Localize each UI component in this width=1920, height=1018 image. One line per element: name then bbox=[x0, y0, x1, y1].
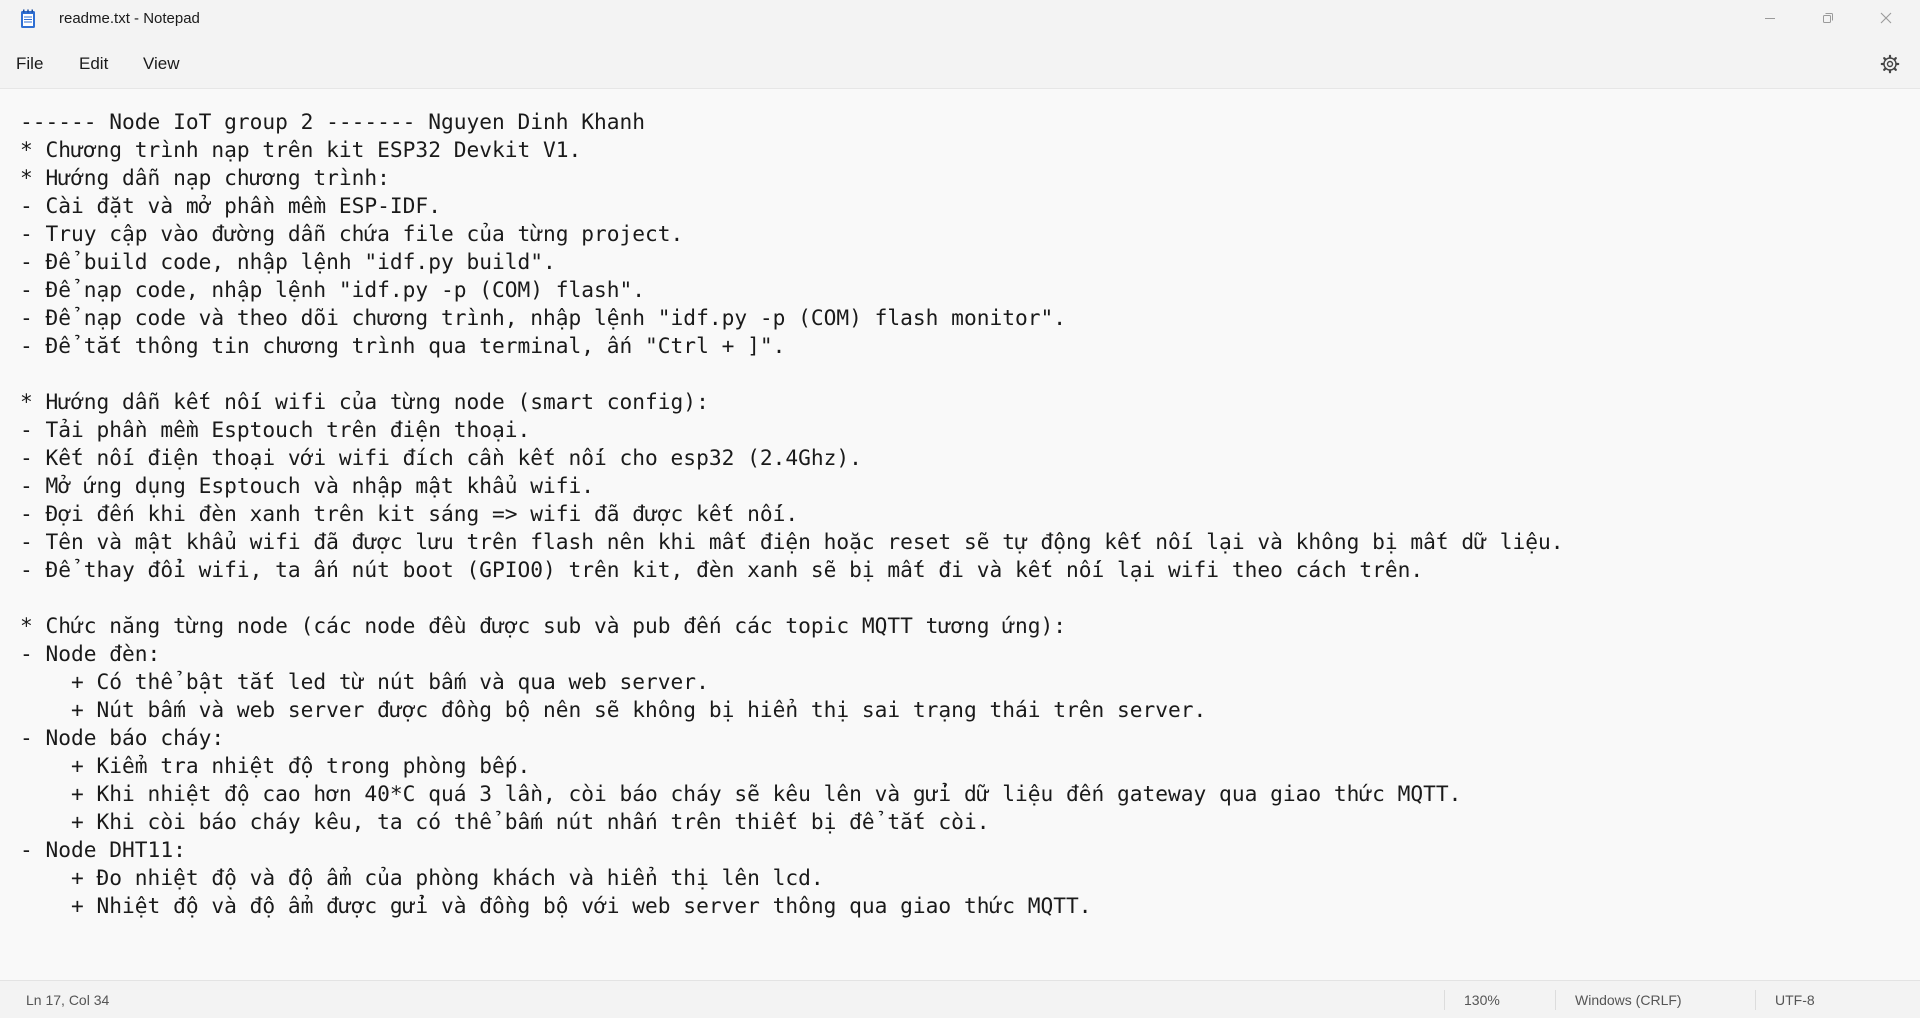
minimize-icon bbox=[1765, 18, 1775, 19]
title-bar[interactable]: readme.txt - Notepad bbox=[0, 0, 1920, 38]
notepad-window: readme.txt - Notepad File Edit View ----… bbox=[0, 0, 1920, 1018]
status-divider bbox=[1755, 990, 1756, 1010]
zoom-level: 130% bbox=[1464, 992, 1500, 1008]
menu-bar: File Edit View bbox=[0, 38, 1920, 89]
menu-view[interactable]: View bbox=[143, 54, 180, 74]
encoding: UTF-8 bbox=[1775, 992, 1815, 1008]
close-button[interactable] bbox=[1857, 0, 1915, 36]
status-divider bbox=[1444, 990, 1445, 1010]
text-editor-area[interactable]: ------ Node IoT group 2 ------- Nguyen D… bbox=[0, 89, 1920, 980]
menu-file[interactable]: File bbox=[16, 54, 43, 74]
minimize-button[interactable] bbox=[1741, 0, 1799, 36]
notepad-app-icon bbox=[21, 9, 35, 28]
document-text[interactable]: ------ Node IoT group 2 ------- Nguyen D… bbox=[20, 108, 1563, 920]
line-ending: Windows (CRLF) bbox=[1575, 992, 1682, 1008]
restore-icon bbox=[1823, 13, 1833, 23]
close-icon bbox=[1880, 12, 1892, 24]
cursor-position: Ln 17, Col 34 bbox=[26, 992, 110, 1008]
window-title: readme.txt - Notepad bbox=[59, 10, 200, 27]
gear-icon bbox=[1880, 54, 1900, 74]
menu-edit[interactable]: Edit bbox=[79, 54, 108, 74]
status-divider bbox=[1555, 990, 1556, 1010]
maximize-button[interactable] bbox=[1799, 0, 1857, 36]
status-bar: Ln 17, Col 34 130% Windows (CRLF) UTF-8 bbox=[0, 980, 1920, 1018]
settings-button[interactable] bbox=[1876, 50, 1904, 78]
